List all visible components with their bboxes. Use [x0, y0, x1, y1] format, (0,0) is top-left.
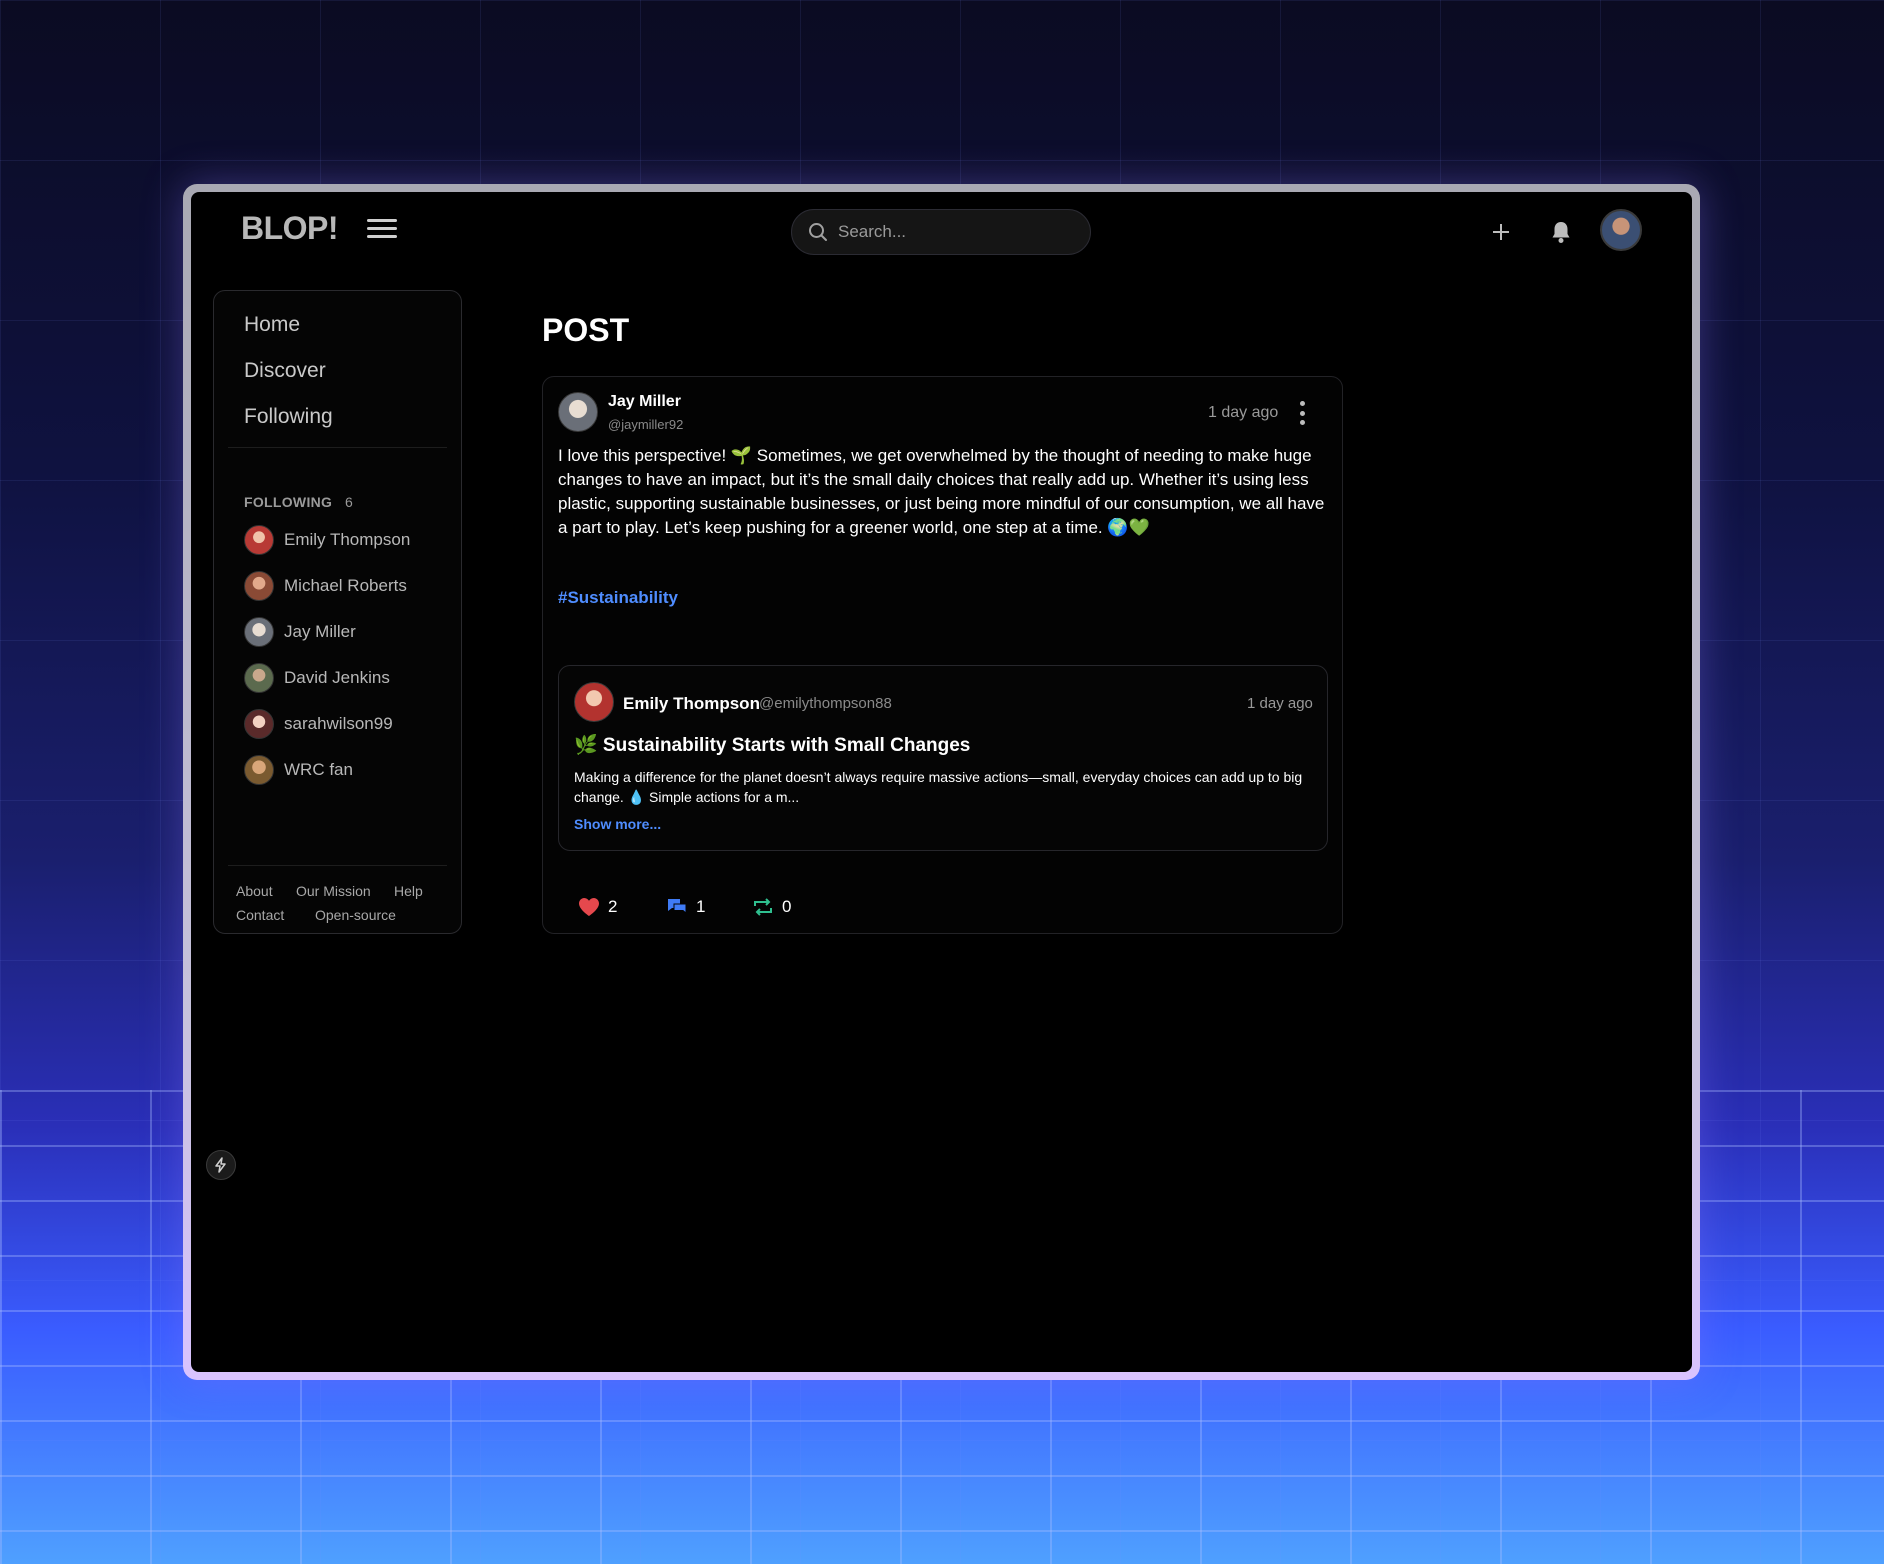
menu-icon[interactable] — [367, 216, 397, 244]
avatar — [244, 663, 274, 693]
post-hashtag[interactable]: #Sustainability — [558, 588, 678, 608]
avatar — [244, 755, 274, 785]
search-icon — [809, 223, 827, 241]
avatar[interactable] — [574, 682, 614, 722]
footer-link-our-mission[interactable]: Our Mission — [296, 883, 371, 899]
quoted-author-name[interactable]: Emily Thompson — [623, 694, 760, 714]
following-user-name: Emily Thompson — [284, 530, 411, 549]
sidebar-divider — [228, 447, 447, 448]
heart-icon — [579, 898, 599, 916]
avatar — [244, 617, 274, 647]
footer-link-contact[interactable]: Contact — [236, 907, 284, 923]
sidebar-item-home[interactable]: Home — [244, 313, 300, 337]
following-user-michael-roberts[interactable]: Michael Roberts — [244, 571, 407, 601]
repost-count: 0 — [782, 897, 792, 916]
bell-icon[interactable] — [1547, 218, 1575, 246]
plus-icon[interactable] — [1487, 218, 1515, 246]
search-bar[interactable] — [791, 209, 1091, 255]
following-count: 6 — [345, 494, 353, 510]
search-input[interactable] — [838, 222, 1058, 242]
repost-button[interactable]: 0 — [752, 897, 791, 917]
following-user-name: sarahwilson99 — [284, 714, 393, 733]
bolt-icon[interactable] — [206, 1150, 236, 1180]
footer-link-about[interactable]: About — [236, 883, 273, 899]
following-user-name: Michael Roberts — [284, 576, 407, 595]
post-author-name[interactable]: Jay Miller — [608, 393, 681, 411]
sidebar-item-discover[interactable]: Discover — [244, 359, 326, 383]
page-title: POST — [542, 312, 630, 348]
avatar — [244, 571, 274, 601]
following-user-emily-thompson[interactable]: Emily Thompson — [244, 525, 410, 555]
avatar[interactable] — [558, 392, 598, 432]
sidebar: Home Discover Following FOLLOWING 6 Emil… — [213, 290, 462, 934]
following-user-name: David Jenkins — [284, 668, 390, 687]
post-timestamp: 1 day ago — [1208, 404, 1279, 421]
post-author-handle[interactable]: @jaymiller92 — [608, 417, 683, 432]
repost-icon — [754, 898, 772, 916]
post-card: Jay Miller @jaymiller92 1 day ago I love… — [542, 376, 1343, 934]
quoted-title: 🌿 Sustainability Starts with Small Chang… — [574, 735, 971, 756]
app-logo[interactable]: BLOP! — [241, 210, 339, 247]
quoted-excerpt: Making a difference for the planet doesn… — [574, 769, 1303, 805]
quoted-timestamp: 1 day ago — [1247, 695, 1313, 712]
top-bar: BLOP! — [191, 192, 1692, 272]
following-user-name: Jay Miller — [284, 622, 356, 641]
more-vertical-icon[interactable] — [1297, 401, 1307, 425]
like-button[interactable]: 2 — [578, 897, 617, 917]
sidebar-item-following[interactable]: Following — [244, 405, 333, 429]
footer-link-help[interactable]: Help — [394, 883, 423, 899]
following-user-wrc-fan[interactable]: WRC fan — [244, 755, 353, 785]
avatar — [244, 709, 274, 739]
avatar — [244, 525, 274, 555]
following-user-name: WRC fan — [284, 760, 353, 779]
comment-count: 1 — [696, 897, 706, 916]
comment-button[interactable]: 1 — [666, 897, 705, 917]
footer-link-open-source[interactable]: Open-source — [315, 907, 396, 923]
comment-icon — [668, 899, 687, 915]
quoted-post[interactable]: Emily Thompson @emilythompson88 1 day ag… — [558, 665, 1328, 851]
following-user-jay-miller[interactable]: Jay Miller — [244, 617, 356, 647]
quoted-author-handle[interactable]: @emilythompson88 — [759, 695, 892, 712]
show-more-link[interactable]: Show more... — [574, 816, 661, 832]
user-avatar[interactable] — [1600, 209, 1642, 251]
following-user-david-jenkins[interactable]: David Jenkins — [244, 663, 390, 693]
like-count: 2 — [608, 897, 618, 916]
following-heading: FOLLOWING — [244, 494, 333, 510]
post-body: I love this perspective! 🌱 Sometimes, we… — [558, 446, 1325, 537]
sidebar-divider — [228, 865, 447, 866]
app-screen: BLOP! Home Discover Followi — [191, 192, 1692, 1372]
app-window: BLOP! Home Discover Followi — [183, 184, 1700, 1380]
following-user-sarahwilson99[interactable]: sarahwilson99 — [244, 709, 393, 739]
